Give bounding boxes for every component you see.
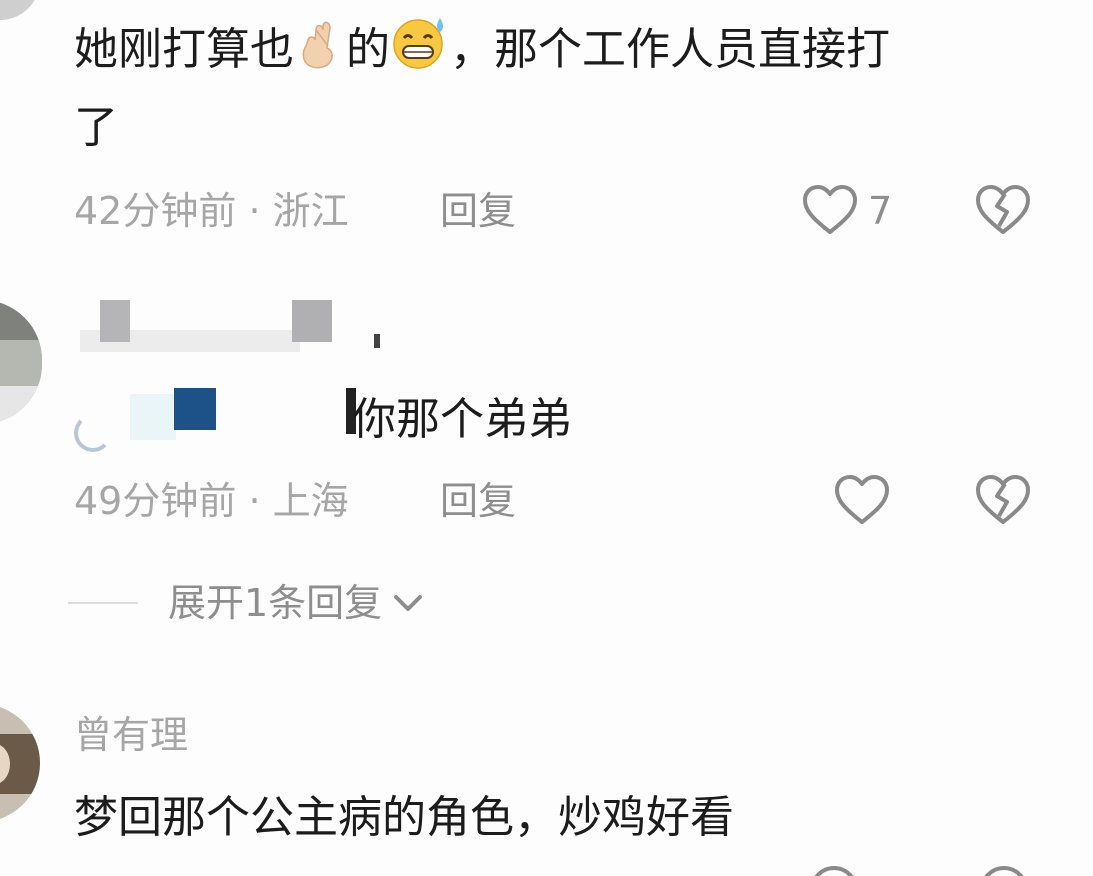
comment-username[interactable]: 曾有理 [74,716,188,754]
dislike-button[interactable] [980,866,1024,876]
comment-text: 她刚打算也 的 ，那个工作人员直接打 [74,14,890,78]
heart-outline-icon [835,475,889,524]
reply-button[interactable]: 回复 [440,482,516,520]
redacted-username [74,300,380,354]
dislike-button[interactable] [973,470,1033,530]
expand-replies-label: 展开1条回复 [168,581,383,625]
comment-time-text: 42分钟前 [74,189,237,233]
redacted-mention [74,388,364,452]
grinning-sweat-emoji-icon [390,14,450,78]
comment-time: 42分钟前 · 浙江 [74,192,349,230]
avatar[interactable] [0,300,42,424]
broken-heart-icon [976,185,1030,234]
chevron-down-icon [394,595,423,611]
crossed-fingers-emoji-icon [294,18,346,78]
avatar[interactable] [0,0,40,20]
comment-text: 梦回那个公主病的角色，炒鸡好看 [74,792,734,843]
comment-time: 49分钟前 · 上海 [74,482,349,520]
reply-button[interactable]: 回复 [440,192,516,230]
comment-time-text: 49分钟前 [74,479,237,523]
dislike-button[interactable] [973,180,1033,240]
comment-location: · 浙江 [248,189,349,233]
comment-location: · 上海 [248,479,349,523]
expand-replies-button[interactable]: 展开1条回复 [168,584,426,622]
like-count: 7 [868,189,893,233]
broken-heart-icon [976,475,1030,524]
avatar[interactable] [0,704,40,822]
like-button[interactable] [800,180,860,240]
comment-text-part: 她刚打算也 [74,24,294,75]
like-button[interactable] [832,470,892,530]
heart-outline-icon [803,185,857,234]
comment-text-part: ，那个工作人员直接打 [450,24,890,75]
expand-replies-divider [68,602,138,604]
comment-text-part: 的 [346,24,390,75]
like-button[interactable] [810,866,854,876]
comment-text: 你那个弟弟 [352,394,572,445]
comment-text-line: 了 [74,102,118,153]
